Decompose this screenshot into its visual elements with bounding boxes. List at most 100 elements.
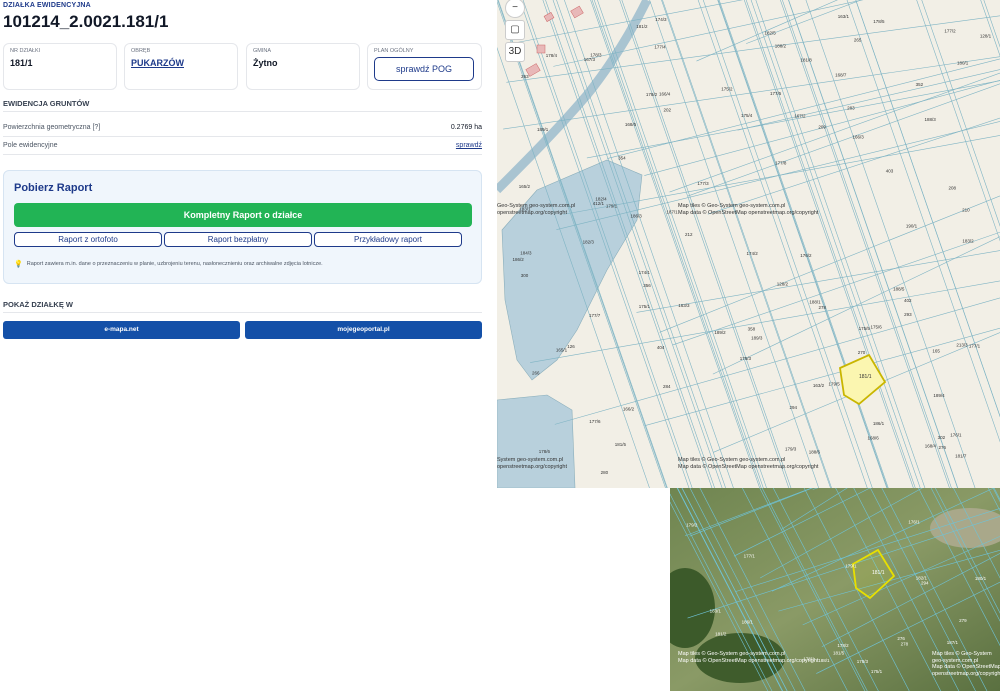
parcel-number-label: 190/1 bbox=[906, 223, 918, 228]
parcel-number-label: 294 bbox=[921, 580, 929, 585]
building-shape bbox=[570, 5, 584, 19]
parcel-number-label: 300 bbox=[521, 273, 529, 278]
obreb-link[interactable]: PUKARZÓW bbox=[131, 58, 231, 68]
parcel-number-label: 302 bbox=[938, 435, 946, 440]
parcel-number-label: 182/5 bbox=[764, 31, 776, 36]
parcel-number-label: 175/1 bbox=[639, 304, 651, 309]
parcel-number-label: 278 bbox=[819, 305, 827, 310]
report-note: 💡 Raport zawiera m.in. dane o przeznacze… bbox=[14, 260, 323, 268]
parcel-number-label: 179/5 bbox=[829, 381, 841, 386]
parcel-number-label: 178/6 bbox=[539, 449, 551, 454]
attr-line: Map data © OpenStreetMap openstreetmap.o… bbox=[932, 664, 1000, 677]
area-value: 0.2769 ha bbox=[450, 124, 482, 131]
parcel-number-label: 180/1 bbox=[957, 60, 969, 65]
parcel-number-label: 175/3 bbox=[740, 356, 752, 361]
full-report-button[interactable]: Kompletny Raport o działce bbox=[14, 203, 472, 227]
layers-icon[interactable]: ▢ bbox=[505, 20, 525, 40]
mojegeoportal-button[interactable]: mojegeoportal.pl bbox=[245, 321, 482, 339]
parcel-number-label: 176/1 bbox=[950, 433, 962, 438]
parcel-number-label: 188/1 bbox=[818, 658, 830, 663]
lightbulb-icon: 💡 bbox=[14, 261, 23, 268]
parcel-map-canvas[interactable]: 181/1 202 208 209 210 212 213/3 163/3 163/1 165 3… bbox=[497, 0, 1000, 488]
parcel-number-label: 189/3 bbox=[751, 336, 763, 341]
parcel-number-label: 175/5 bbox=[859, 326, 871, 331]
parcel-number-label: 165 bbox=[932, 349, 940, 354]
sat-attribution: Map tiles © Geo-System geo-system.com.pl… bbox=[678, 651, 818, 664]
parcel-number-label: 175/4 bbox=[741, 113, 753, 118]
parcel-number-label: 178/5 bbox=[873, 19, 885, 24]
parcel-number-label: 352 bbox=[916, 82, 924, 87]
parcel-number-label: 402 bbox=[904, 298, 912, 303]
parcel-line bbox=[737, 69, 1000, 131]
report-note-text: Raport zawiera m.in. dane o przeznaczeni… bbox=[26, 261, 323, 267]
parcel-number-label: 186/3 bbox=[631, 214, 643, 219]
parcel-number-label: 276 bbox=[939, 445, 947, 450]
divider bbox=[3, 312, 482, 313]
card-obreb: OBRĘB PUKARZÓW bbox=[124, 43, 238, 90]
ortho-report-button[interactable]: Raport z ortofoto bbox=[14, 232, 162, 247]
parcel-number-label: 174/1 bbox=[639, 270, 651, 275]
free-report-button[interactable]: Raport bezpłatny bbox=[164, 232, 312, 247]
parcel-line bbox=[508, 0, 744, 45]
ewidencja-heading: EWIDENCJA GRUNTÓW bbox=[3, 99, 90, 108]
parcel-number-label: 266 bbox=[532, 370, 540, 375]
parcel-number-label: 177/7 bbox=[589, 313, 601, 318]
building-shape bbox=[536, 44, 546, 54]
parcel-number-label: 265 bbox=[854, 38, 862, 43]
parcel-number-label: 283 bbox=[847, 105, 855, 110]
parcel-number-label: 189/2 bbox=[714, 330, 726, 335]
view-3d-button[interactable]: 3D bbox=[505, 42, 525, 62]
parcel-number-label: 182/3 bbox=[583, 239, 595, 244]
parcel-number-label: 163/1 bbox=[838, 14, 850, 19]
pole-check-link[interactable]: sprawdź bbox=[456, 142, 482, 149]
parcel-number-label: 177/1 bbox=[744, 553, 756, 558]
sample-report-button[interactable]: Przykładowy raport bbox=[314, 232, 462, 247]
parcel-number-label: 178/2 bbox=[646, 92, 658, 97]
map-view[interactable]: 181/1 202 208 209 210 212 213/3 163/3 163/1 165 3… bbox=[497, 0, 1000, 488]
parcel-line bbox=[669, 72, 1000, 193]
parcel-number-label: 179/2 bbox=[686, 522, 698, 527]
parcel-line bbox=[717, 0, 888, 488]
parcel-number-label: 181/2 bbox=[636, 24, 648, 29]
map-attribution: System geo-system.com.pl openstreetmap.o… bbox=[497, 457, 567, 470]
parcel-number-label: 177/5 bbox=[770, 91, 782, 96]
parcel-number-label: 412/1 bbox=[593, 201, 605, 206]
check-pog-button[interactable]: sprawdź POG bbox=[374, 57, 474, 81]
satellite-map[interactable]: 181/1 178/1 178/2 179/1 179/2 180/1 181/2 181/… bbox=[670, 488, 1000, 691]
parcel-number-label: 270 bbox=[858, 350, 866, 355]
parcel-line bbox=[702, 0, 873, 488]
parcel-number-label: 166/3 bbox=[852, 134, 864, 139]
parcel-number-label: 183/1 bbox=[710, 609, 722, 614]
parcel-number-label: 179/1 bbox=[845, 564, 857, 569]
parcel-number-label: 174/2 bbox=[746, 251, 758, 256]
parcel-number-label: 188/5 bbox=[893, 286, 905, 291]
parcel-number-label: 175/2 bbox=[721, 86, 733, 91]
selected-parcel-label: 181/1 bbox=[859, 374, 872, 380]
parcel-number-label: 294 bbox=[790, 405, 798, 410]
parcel-number-label: 189/4 bbox=[933, 393, 945, 398]
parcel-number-label: 181/2 bbox=[715, 631, 727, 636]
parcel-number-label: 284 bbox=[663, 384, 671, 389]
parcel-number-label: 165/2 bbox=[519, 184, 531, 189]
parcel-number-label: 177/3 bbox=[697, 181, 709, 186]
page-subtitle: DZIAŁKA EWIDENCYJNA bbox=[3, 2, 91, 9]
pole-row: Pole ewidencyjne sprawdź bbox=[3, 142, 482, 149]
card-nr-dzialki: NR DZIAŁKI 181/1 bbox=[3, 43, 117, 90]
divider bbox=[3, 154, 482, 155]
parcel-number-label: 163/2 bbox=[813, 383, 825, 388]
parcel-info-panel: DZIAŁKA EWIDENCYJNA 101214_2.0021.181/1 … bbox=[0, 0, 497, 691]
parcel-line bbox=[707, 117, 1000, 215]
parcel-number-label: 166/2 bbox=[623, 407, 635, 412]
parcel-number-label: 128/2 bbox=[777, 281, 789, 286]
parcel-number-label: 209 bbox=[818, 125, 826, 130]
attr-line: openstreetmap.org/copyright bbox=[497, 209, 568, 216]
parcel-line bbox=[712, 236, 1000, 375]
parcel-number-label: 188/3 bbox=[924, 117, 936, 122]
parcel-number-label: 175/6 bbox=[871, 324, 883, 329]
emapa-button[interactable]: e-mapa.net bbox=[3, 321, 240, 339]
attr-line: openstreetmap.org/copyright bbox=[497, 463, 568, 470]
parcel-number-label: 168/7 bbox=[835, 73, 847, 78]
parcel-number-label: 163/3 bbox=[678, 303, 690, 308]
show-parcel-heading: POKAŻ DZIAŁKĘ W bbox=[3, 300, 73, 309]
parcel-number-label: 178/4 bbox=[546, 53, 558, 58]
